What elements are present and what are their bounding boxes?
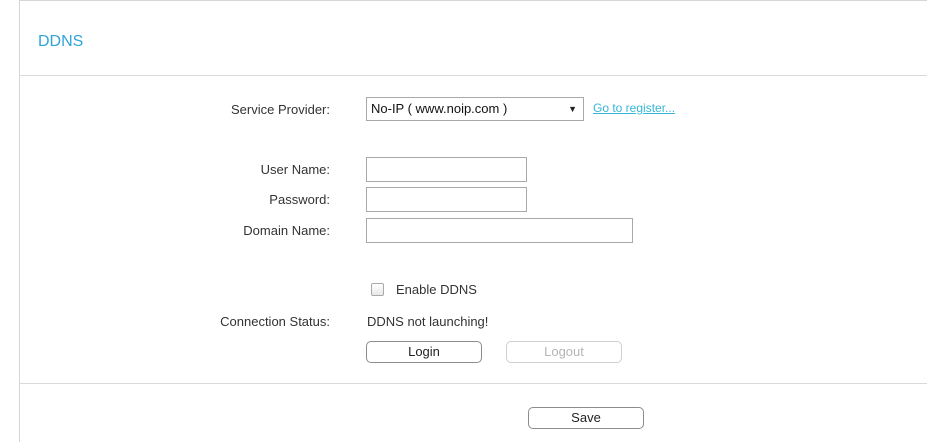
password-label: Password: [269, 192, 330, 207]
service-provider-label: Service Provider: [231, 102, 330, 117]
password-input[interactable] [366, 187, 527, 212]
divider-bottom [20, 383, 927, 384]
page-title: DDNS [38, 33, 84, 50]
domain-name-label: Domain Name: [243, 223, 330, 238]
logout-button[interactable]: Logout [506, 341, 622, 363]
service-provider-select[interactable]: No-IP ( www.noip.com ) ▼ [366, 97, 584, 121]
enable-ddns-label: Enable DDNS [396, 282, 477, 297]
enable-ddns-checkbox[interactable] [371, 283, 384, 296]
username-input[interactable] [366, 157, 527, 182]
save-button[interactable]: Save [528, 407, 644, 429]
username-label: User Name: [260, 162, 330, 177]
domain-name-input[interactable] [366, 218, 633, 243]
connection-status-value: DDNS not launching! [367, 314, 489, 329]
caret-down-icon: ▼ [568, 104, 577, 114]
register-link[interactable]: Go to register... [593, 101, 675, 115]
service-provider-value: No-IP ( www.noip.com ) [371, 101, 508, 116]
connection-status-label: Connection Status: [220, 314, 330, 329]
divider-top [20, 75, 927, 76]
login-button[interactable]: Login [366, 341, 482, 363]
